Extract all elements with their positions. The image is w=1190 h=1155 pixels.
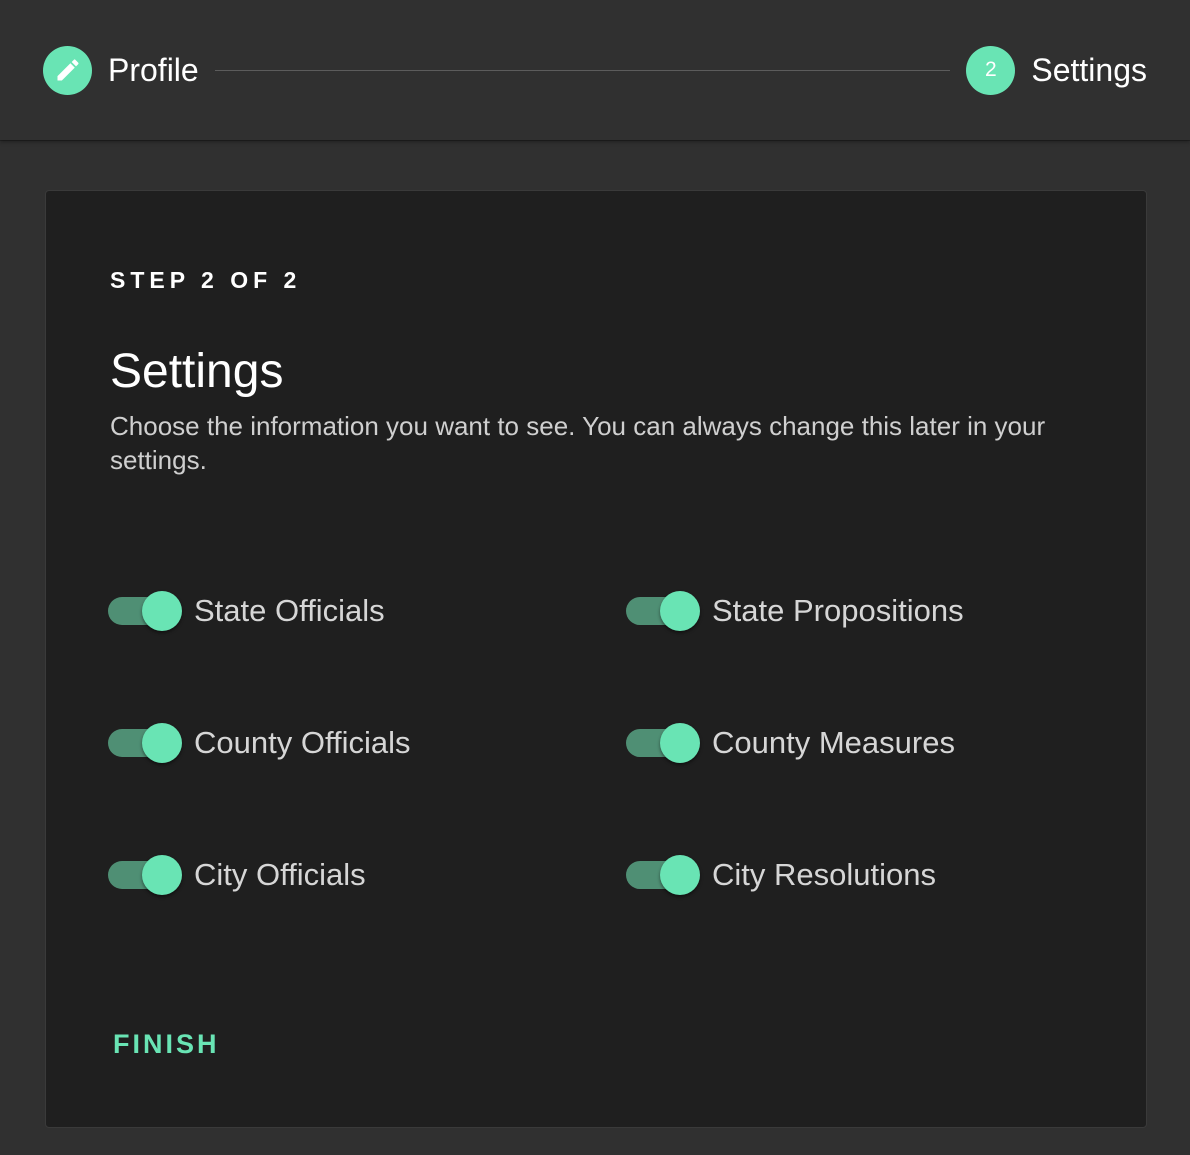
switch-thumb[interactable] [142,591,182,631]
switch-county-officials[interactable] [106,723,182,763]
settings-card: STEP 2 OF 2 Settings Choose the informat… [45,190,1147,1128]
toggle-label: County Measures [712,725,955,760]
step-profile-label: Profile [108,51,199,88]
stepper-header: Profile 2 Settings [0,0,1190,140]
switch-thumb[interactable] [660,723,700,763]
step-counter: STEP 2 OF 2 [110,267,302,293]
step-settings-circle: 2 [966,45,1016,95]
toggle-city-officials[interactable]: City Officials [106,855,366,895]
step-settings-label: Settings [1031,51,1147,88]
toggle-label: City Resolutions [712,857,936,892]
toggle-label: State Propositions [712,593,964,628]
switch-county-measures[interactable] [624,723,700,763]
switch-thumb[interactable] [142,855,182,895]
stepper-connector-line [214,69,951,71]
switch-state-officials[interactable] [106,591,182,631]
step-settings-number: 2 [985,58,997,81]
toggle-state-officials[interactable]: State Officials [106,591,385,631]
finish-button[interactable]: FINISH [113,1029,220,1060]
switch-city-resolutions[interactable] [624,855,700,895]
toggle-county-officials[interactable]: County Officials [106,723,411,763]
toggle-label: State Officials [194,593,385,628]
switch-state-propositions[interactable] [624,591,700,631]
switch-thumb[interactable] [142,723,182,763]
step-profile-circle [43,45,92,95]
step-settings[interactable]: 2 Settings [966,45,1147,95]
toggle-county-measures[interactable]: County Measures [624,723,955,763]
step-profile[interactable]: Profile [43,45,199,95]
toggle-label: County Officials [194,725,411,760]
card-description: Choose the information you want to see. … [110,411,1046,475]
pencil-icon [57,59,79,81]
toggle-city-resolutions[interactable]: City Resolutions [624,855,936,895]
card-title: Settings [110,345,284,398]
switch-thumb[interactable] [660,855,700,895]
switch-city-officials[interactable] [106,855,182,895]
switch-thumb[interactable] [660,591,700,631]
toggle-state-propositions[interactable]: State Propositions [624,591,964,631]
toggle-label: City Officials [194,857,366,892]
